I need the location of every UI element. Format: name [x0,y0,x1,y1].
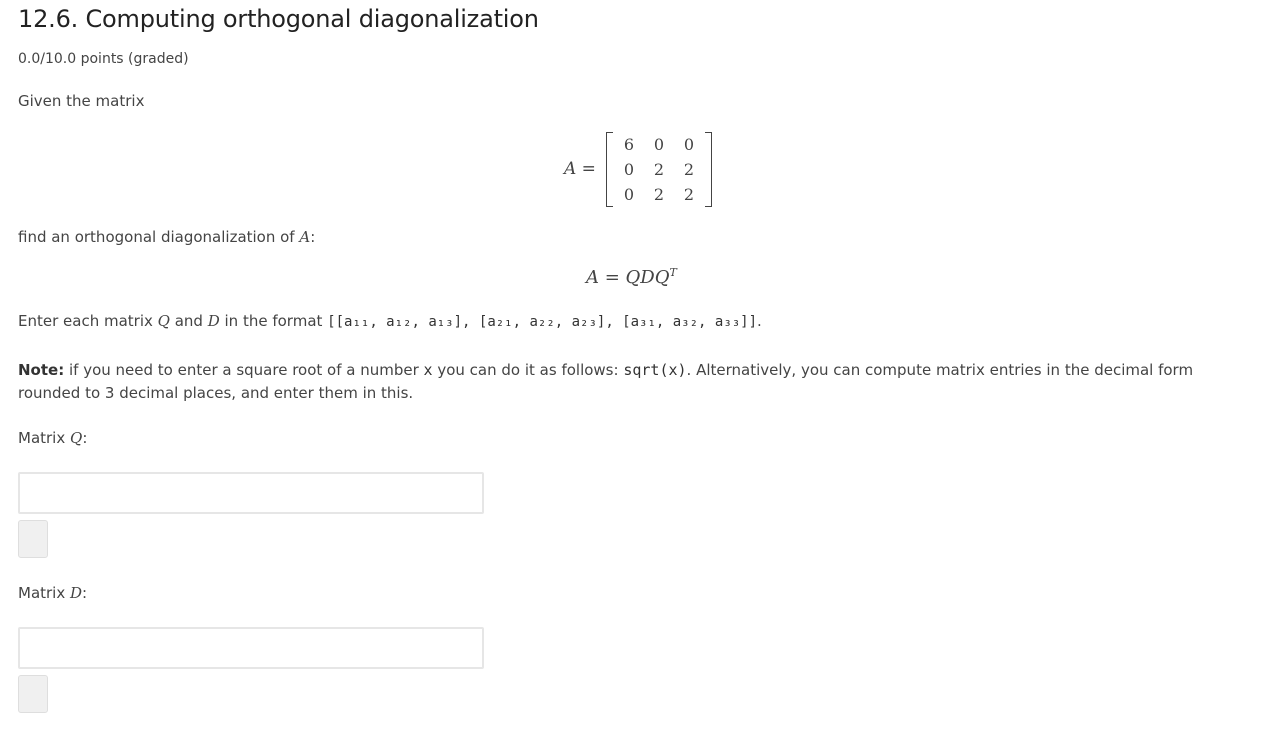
format-instruction: Enter each matrix Q and D in the format … [18,312,762,330]
find-colon: : [310,228,316,246]
matrix-q-var: Q [70,429,83,447]
note-paragraph: Note: if you need to enter a square root… [18,359,1258,405]
matrix-cell: 2 [683,159,695,179]
matrix-d-var: D [70,584,83,602]
decomposition-sup: T [669,266,677,279]
matrix-q-label-text: Matrix [18,429,70,447]
problem-title: 12.6. Computing orthogonal diagonalizati… [18,5,539,33]
matrix-q-label: Matrix Q: [18,429,87,447]
note-text-2: you can do it as follows: [432,361,624,379]
matrix-lhs: A = [564,159,596,179]
format-code: [[a₁₁, a₁₂, a₁₃], [a₂₁, a₂₂, a₂₃], [a₃₁,… [327,314,758,330]
note-text-1: if you need to enter a square root of a … [64,361,424,379]
note-text-4: rounded to 3 decimal places, and enter t… [18,384,414,402]
decomposition-text: A = QDQ [586,267,670,288]
matrix-q-submit-button[interactable] [18,520,48,558]
matrix-row: 0 2 2 [614,157,704,182]
matrix-row: 6 0 0 [614,132,704,157]
matrix-cell: 0 [653,134,665,154]
matrix-d-label: Matrix D: [18,584,87,602]
matrix-cell: 0 [623,184,635,204]
note-code-x: x [423,361,433,379]
note-text-3: . Alternatively, you can compute matrix … [686,361,1194,379]
format-var-d: D [207,312,220,330]
matrix-q-colon: : [82,429,88,447]
matrix-cell: 2 [683,184,695,204]
matrix-d-input[interactable] [18,627,484,669]
format-text-2: and [169,312,208,330]
format-text-1: Enter each matrix [18,312,158,330]
format-var-q: Q [157,312,170,330]
matrix-row: 0 2 2 [614,182,704,207]
note-label: Note: [18,361,65,379]
matrix-d-colon: : [82,584,88,602]
format-text-3: in the format [219,312,328,330]
matrix-brackets: 6 0 0 0 2 2 0 2 2 [605,131,712,207]
matrix-cell: 6 [623,134,635,154]
matrix-q-input[interactable] [18,472,484,514]
find-instruction: find an orthogonal diagonalization of A: [18,228,315,246]
format-end: . [757,312,762,330]
matrix-cell: 0 [683,134,695,154]
matrix-cell: 2 [653,159,665,179]
decomposition-equation: A = QDQT [586,266,677,288]
find-text: find an orthogonal diagonalization of [18,228,300,246]
matrix-d-submit-button[interactable] [18,675,48,713]
find-var: A [299,228,311,246]
matrix-equation: A = 6 0 0 0 2 2 0 2 2 [564,129,712,209]
intro-text: Given the matrix [18,92,145,110]
matrix-cell: 0 [623,159,635,179]
points-status: 0.0/10.0 points (graded) [18,51,189,67]
note-code-sqrt: sqrt(x) [623,361,687,379]
matrix-a: 6 0 0 0 2 2 0 2 2 [614,132,704,207]
matrix-d-label-text: Matrix [18,584,70,602]
matrix-cell: 2 [653,184,665,204]
